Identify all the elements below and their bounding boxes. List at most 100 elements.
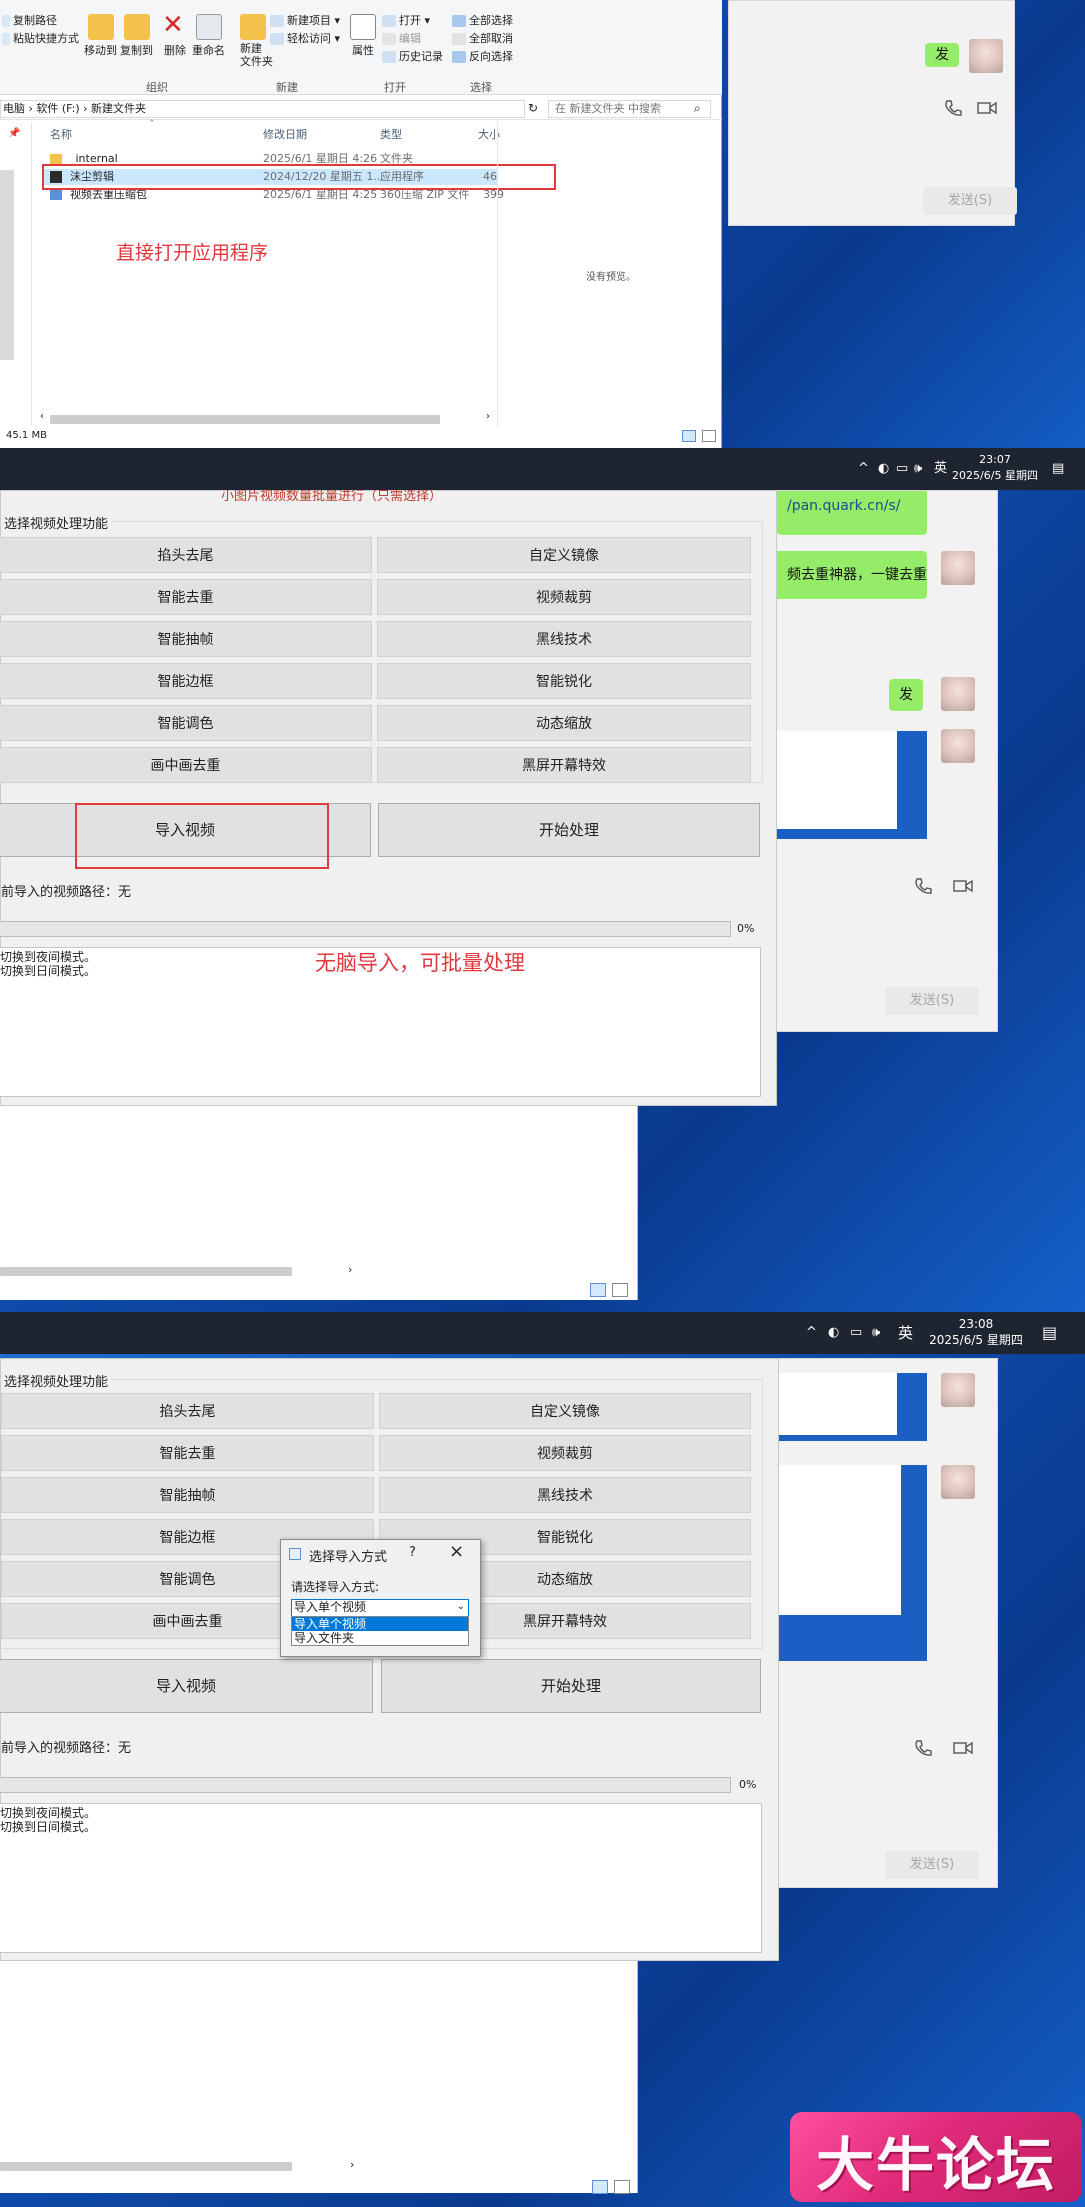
select-all-label: 全部选择	[469, 14, 513, 27]
horizontal-scrollbar[interactable]	[0, 1267, 292, 1276]
func-button-black-line[interactable]: 黑线技术	[379, 1477, 751, 1513]
ime-indicator[interactable]: 英	[934, 448, 947, 490]
func-button-frame-drop[interactable]: 智能抽帧	[0, 621, 372, 657]
chat-image-thumbnail[interactable]	[777, 1465, 927, 1661]
func-button-black-line[interactable]: 黑线技术	[377, 621, 751, 657]
func-button-cut-head-tail[interactable]: 掐头去尾	[1, 1393, 374, 1429]
import-mode-dropdown: 导入单个视频 导入文件夹	[291, 1616, 469, 1646]
volume-icon[interactable]: 🕪	[914, 448, 922, 490]
dialog-app-icon	[289, 1548, 301, 1560]
column-type[interactable]: 类型	[380, 125, 402, 145]
ime-indicator[interactable]: 英	[898, 1312, 913, 1354]
volume-icon[interactable]: 🕪	[872, 1312, 880, 1354]
video-path-label: 前导入的视频路径：无	[1, 885, 132, 900]
send-button[interactable]: 发送(S)	[885, 987, 979, 1015]
clock[interactable]: 23:08 2025/6/5 星期四	[926, 1316, 1026, 1348]
new-item-button[interactable]: 新建项目 ▾	[270, 12, 340, 28]
tray-chevron-icon[interactable]: ^	[806, 1312, 817, 1354]
chat-panel: 发送(S)	[776, 1358, 998, 1888]
tiles-view-icon[interactable]	[612, 1283, 628, 1297]
network-icon[interactable]: ▭	[896, 448, 908, 490]
func-button-dynamic-zoom[interactable]: 动态缩放	[377, 705, 751, 741]
paste-shortcut-button[interactable]: 粘贴快捷方式	[2, 30, 79, 46]
tray-app-icon[interactable]: ◐	[878, 448, 889, 490]
dropdown-option[interactable]: 导入单个视频	[292, 1617, 468, 1631]
notification-icon[interactable]: ▤	[1042, 1312, 1057, 1354]
tiles-view-icon[interactable]	[614, 2180, 630, 2194]
invert-selection-button[interactable]: 反向选择	[452, 48, 513, 64]
copy-path-button[interactable]: 复制路径	[2, 12, 57, 28]
func-button-border[interactable]: 智能边框	[0, 663, 372, 699]
func-button-black-screen[interactable]: 黑屏开幕特效	[377, 747, 751, 783]
screenshot-3: ^ ◐ ▭ 🕪 英 23:08 2025/6/5 星期四 ▤ › 发送(S) 选…	[0, 1312, 1085, 2207]
phone-icon[interactable]	[943, 99, 963, 117]
func-button-crop[interactable]: 视频裁剪	[377, 579, 751, 615]
history-button[interactable]: 历史记录	[382, 48, 443, 64]
rename-icon	[196, 14, 222, 40]
tiles-view-icon[interactable]	[702, 430, 716, 442]
column-date[interactable]: 修改日期	[263, 125, 307, 145]
properties-button[interactable]: 属性	[352, 42, 374, 58]
screenshot-1: 发 发送(S) 复制路径 粘贴快捷方式 移动到 复制到 ✕ 删除 重命名 新建 …	[0, 0, 1085, 490]
refresh-icon[interactable]: ↻	[528, 101, 538, 115]
chat-panel: 发 发送(S)	[728, 0, 1017, 226]
phone-icon[interactable]	[913, 1739, 933, 1757]
select-none-button[interactable]: 全部取消	[452, 30, 513, 46]
network-icon[interactable]: ▭	[850, 1312, 862, 1354]
avatar	[941, 551, 975, 585]
edit-button[interactable]: 编辑	[382, 30, 421, 46]
new-folder-button[interactable]: 新建 文件夹	[240, 42, 273, 68]
details-view-icon[interactable]	[590, 1283, 606, 1297]
details-view-icon[interactable]	[592, 2180, 608, 2194]
dialog-close-button[interactable]: ×	[449, 1541, 464, 1562]
func-button-mirror[interactable]: 自定义镜像	[379, 1393, 751, 1429]
func-button-color-grade[interactable]: 智能调色	[0, 705, 372, 741]
send-button[interactable]: 发送(S)	[885, 1851, 979, 1879]
video-call-icon[interactable]	[977, 99, 997, 117]
import-video-button[interactable]: 导入视频	[0, 1659, 373, 1713]
video-call-icon[interactable]	[953, 877, 973, 895]
send-button[interactable]: 发送(S)	[923, 187, 1017, 215]
easy-access-button[interactable]: 轻松访问 ▾	[270, 30, 340, 46]
scroll-right-icon[interactable]: ›	[350, 2158, 354, 2171]
tray-app-icon[interactable]: ◐	[828, 1312, 839, 1354]
move-to-button[interactable]: 移动到	[84, 42, 117, 58]
chat-image-thumbnail[interactable]	[777, 1373, 927, 1441]
horizontal-scrollbar[interactable]	[0, 2162, 292, 2171]
func-button-mirror[interactable]: 自定义镜像	[377, 537, 751, 573]
log-output[interactable]: 切换到夜间模式。 切换到日间模式。	[0, 1803, 762, 1953]
notification-icon[interactable]: ▤	[1052, 448, 1064, 490]
phone-icon[interactable]	[913, 877, 933, 895]
horizontal-scrollbar[interactable]	[50, 415, 440, 424]
details-view-icon[interactable]	[682, 430, 696, 442]
func-button-sharpen[interactable]: 智能锐化	[377, 663, 751, 699]
chat-image-thumbnail[interactable]	[777, 731, 927, 839]
column-name[interactable]: 名称	[50, 125, 72, 145]
func-button-smart-dedup[interactable]: 智能去重	[1, 1435, 374, 1471]
rename-button[interactable]: 重命名	[192, 42, 225, 58]
tray-chevron-icon[interactable]: ^	[858, 448, 869, 490]
scroll-left-icon[interactable]: ‹	[40, 411, 44, 422]
start-process-button[interactable]: 开始处理	[381, 1659, 761, 1713]
clock[interactable]: 23:07 2025/6/5 星期四	[950, 452, 1040, 484]
dropdown-option[interactable]: 导入文件夹	[292, 1631, 468, 1645]
open-button[interactable]: 打开 ▾	[382, 12, 430, 28]
dialog-help-button[interactable]: ?	[409, 1545, 416, 1560]
import-mode-select[interactable]: 导入单个视频 ⌄	[291, 1599, 469, 1617]
func-button-frame-drop[interactable]: 智能抽帧	[1, 1477, 374, 1513]
func-button-crop[interactable]: 视频裁剪	[379, 1435, 751, 1471]
nav-scrollbar[interactable]	[0, 170, 14, 360]
copy-to-button[interactable]: 复制到	[120, 42, 153, 58]
video-call-icon[interactable]	[953, 1739, 973, 1757]
func-button-cut-head-tail[interactable]: 掐头去尾	[0, 537, 372, 573]
scroll-right-icon[interactable]: ›	[348, 1263, 352, 1276]
avatar	[941, 1373, 975, 1407]
func-button-pip-dedup[interactable]: 画中画去重	[0, 747, 372, 783]
select-all-button[interactable]: 全部选择	[452, 12, 513, 28]
func-button-smart-dedup[interactable]: 智能去重	[0, 579, 372, 615]
start-process-button[interactable]: 开始处理	[378, 803, 760, 857]
delete-button[interactable]: 删除	[164, 42, 186, 58]
search-input[interactable]: 在 新建文件夹 中搜索	[548, 100, 711, 118]
scroll-right-icon[interactable]: ›	[486, 411, 490, 422]
address-bar[interactable]: 电脑 › 软件 (F:) › 新建文件夹	[0, 100, 525, 118]
